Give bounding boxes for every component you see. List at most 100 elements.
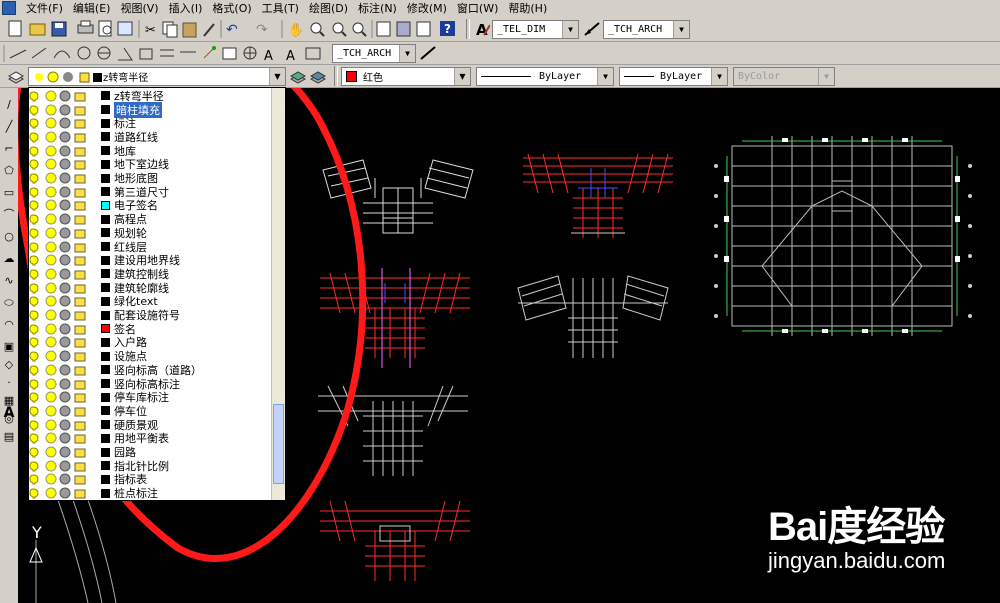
layer-color-swatch[interactable] [101,406,110,416]
layer-color-swatch[interactable] [101,351,110,361]
dimension-text-edit-icon[interactable]: A [286,49,295,64]
menu-file[interactable]: 文件(F) [26,0,63,16]
layer-color-swatch[interactable] [101,337,110,347]
ellipse-arc-icon[interactable]: ◠ [2,318,16,332]
layer-color-swatch[interactable] [101,324,110,334]
layer-row[interactable]: 配套设施符号 [29,308,285,322]
chevron-down-icon[interactable]: ▼ [597,68,613,85]
layer-color-swatch[interactable] [101,392,110,402]
dimension-update-icon[interactable] [305,47,321,60]
layer-row[interactable]: 停车库标注 [29,390,285,404]
design-center-icon[interactable] [396,21,411,37]
layer-color-swatch[interactable] [101,461,110,471]
rectangle-icon[interactable]: ▭ [2,186,16,200]
layer-row[interactable]: 高程点 [29,212,285,226]
layer-state-icons[interactable] [29,268,99,280]
layer-state-icons[interactable] [29,391,99,403]
layer-color-swatch[interactable] [101,242,110,252]
layer-state-icons[interactable] [29,460,99,472]
layer-row[interactable]: 暗柱填充 [29,101,285,118]
layer-color-swatch[interactable] [101,269,110,279]
color-combo[interactable]: 红色 ▼ [341,67,471,86]
new-file-icon[interactable] [8,20,22,37]
make-block-icon[interactable]: ◇ [2,358,16,372]
paste-icon[interactable] [182,22,197,38]
properties-icon[interactable] [376,21,391,37]
layer-state-icons[interactable] [29,145,99,157]
layer-color-swatch[interactable] [101,365,110,375]
multiline-text-icon[interactable]: A [2,406,16,420]
layer-state-icons[interactable] [29,186,99,198]
layer-state-icons[interactable] [29,172,99,184]
layer-state-icons[interactable] [29,432,99,444]
layer-state-icons[interactable] [29,90,99,102]
save-icon[interactable] [51,21,67,37]
print-icon[interactable] [77,20,94,34]
zoom-realtime-icon[interactable] [310,22,325,37]
layer-state-icons[interactable] [29,282,99,294]
layer-state-icons[interactable] [29,336,99,348]
text-style-combo[interactable]: _TEL_DIM ▼ [492,20,579,39]
leader-icon[interactable] [203,46,216,59]
layer-row[interactable]: 道路红线 [29,130,285,144]
center-mark-icon[interactable] [243,46,257,60]
layer-manager-icon[interactable] [7,69,25,85]
menu-format[interactable]: 格式(O) [212,0,251,16]
dimension-style-icon[interactable] [584,21,600,37]
layer-state-icons[interactable] [29,241,99,253]
layer-color-swatch[interactable] [101,255,110,265]
tolerance-icon[interactable] [222,47,237,60]
layer-state-icons[interactable] [29,213,99,225]
layer-state-icons[interactable] [29,227,99,239]
layer-previous-icon[interactable] [309,69,327,85]
layer-color-swatch[interactable] [101,310,110,320]
help-icon[interactable]: ? [440,21,455,36]
layer-color-swatch[interactable] [101,474,110,484]
layer-state-icons[interactable] [29,350,99,362]
layer-color-swatch[interactable] [101,146,110,156]
menu-view[interactable]: 视图(V) [120,0,158,16]
menu-tools[interactable]: 工具(T) [262,0,299,16]
dimension-style-manager-icon[interactable] [420,45,436,61]
menu-dimension[interactable]: 标注(N) [358,0,397,16]
layer-color-swatch[interactable] [101,214,110,224]
layer-color-swatch[interactable] [101,420,110,430]
dimension-angular-icon[interactable] [118,47,133,61]
spline-icon[interactable]: ∿ [2,274,16,288]
layer-color-swatch[interactable] [101,228,110,238]
layer-row[interactable]: 规划轮 [29,226,285,240]
layer-state-icons[interactable] [29,104,99,116]
layer-color-swatch[interactable] [101,118,110,128]
chevron-down-icon[interactable]: ▼ [399,45,415,62]
polygon-icon[interactable]: ⬠ [2,164,16,178]
arc-icon[interactable]: ⌒ [2,208,16,222]
layer-state-icons[interactable] [29,158,99,170]
layer-color-swatch[interactable] [101,132,110,142]
layer-color-swatch[interactable] [101,173,110,183]
layer-color-swatch[interactable] [101,283,110,293]
chevron-down-icon[interactable]: ▼ [673,21,689,38]
dimension-radius-icon[interactable] [77,46,91,60]
construction-line-icon[interactable]: ╱ [2,120,16,134]
line-icon[interactable]: / [2,98,16,112]
layer-color-swatch[interactable] [101,488,110,498]
menu-insert[interactable]: 插入(I) [169,0,203,16]
layer-state-icons[interactable] [29,131,99,143]
layer-color-swatch[interactable] [101,379,110,389]
layer-row[interactable]: 指北针比例 [29,459,285,473]
quick-dimension-icon[interactable] [139,48,153,60]
polyline-icon[interactable]: ⌐ [2,142,16,156]
chevron-down-icon[interactable]: ▼ [454,68,470,85]
layer-state-icons[interactable] [29,254,99,266]
chevron-down-icon[interactable]: ▼ [562,21,578,38]
layer-state-icons[interactable] [29,378,99,390]
ellipse-icon[interactable]: ⬭ [2,296,16,310]
arc-length-icon[interactable] [53,50,71,59]
dimension-aligned-icon[interactable] [31,47,47,59]
publish-icon[interactable] [117,21,133,36]
dimension-style-combo[interactable]: _TCH_ARCH ▼ [603,20,690,39]
layer-state-icons[interactable] [29,473,99,485]
layer-state-icons[interactable] [29,309,99,321]
dimension-style-combo-2[interactable]: _TCH_ARCH ▼ [332,44,416,63]
copy-icon[interactable] [162,21,178,38]
